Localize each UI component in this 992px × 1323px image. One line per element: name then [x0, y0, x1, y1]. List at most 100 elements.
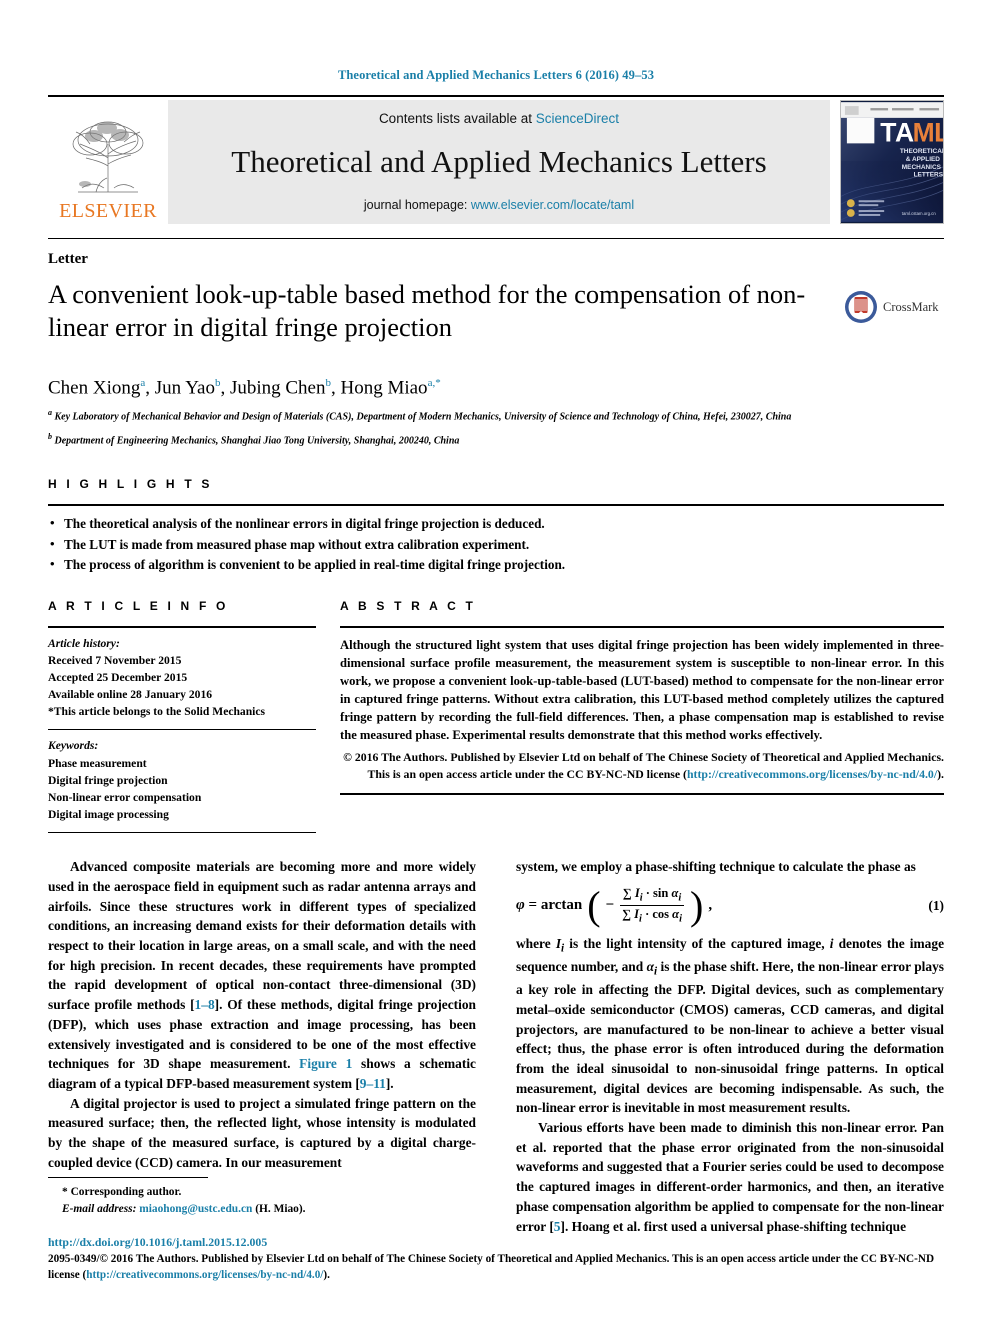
equation-close-paren: )	[689, 882, 704, 928]
affiliation-mark-b: b	[48, 431, 52, 441]
history-note: *This article belongs to the Solid Mecha…	[48, 705, 266, 719]
page-footer: * Corresponding author. E-mail address: …	[48, 1177, 944, 1283]
svg-text:LETTERS: LETTERS	[914, 172, 943, 179]
page-title: A convenient look-up-table based method …	[48, 279, 806, 342]
affiliation-b: b Department of Engineering Mechanics, S…	[48, 432, 944, 448]
affiliation-a-text: Key Laboratory of Mechanical Behavior an…	[54, 411, 792, 423]
journal-homepage-link[interactable]: www.elsevier.com/locate/taml	[471, 198, 634, 212]
author-list: Chen Xionga, Jun Yaob, Jubing Chenb, Hon…	[48, 377, 441, 399]
svg-text:& APPLIED: & APPLIED	[906, 156, 941, 163]
list-item: The theoretical analysis of the nonlinea…	[48, 513, 944, 534]
svg-text:taml.cstam.org.cn: taml.cstam.org.cn	[902, 211, 937, 216]
sciencedirect-link[interactable]: ScienceDirect	[536, 111, 619, 126]
email-link[interactable]: miaohong@ustc.edu.cn	[139, 1203, 252, 1215]
info-abstract-row: A R T I C L E I N F O Article history: R…	[48, 599, 944, 834]
masthead-center-panel: Contents lists available at ScienceDirec…	[168, 100, 830, 224]
abstract-divider	[340, 625, 944, 628]
equation-comma: ,	[708, 897, 713, 914]
keywords-block: Keywords: Phase measurement Digital frin…	[48, 737, 316, 823]
homepage-prefix: journal homepage:	[363, 197, 471, 212]
masthead-bottom-divider	[48, 238, 944, 239]
crossmark-label: CrossMark	[883, 299, 939, 314]
svg-text:THEORETICAL: THEORETICAL	[900, 148, 943, 155]
equation-denominator: ∑ Ii · cos αi	[622, 907, 682, 925]
article-history-block: Article history: Received 7 November 201…	[48, 635, 316, 721]
corresponding-author-note: * Corresponding author. E-mail address: …	[48, 1184, 944, 1218]
equation-lhs: φ = arctan	[516, 897, 583, 914]
author-affil-mark: b	[214, 377, 221, 390]
keyword-item: Non-linear error compensation	[48, 790, 202, 804]
article-info-section: A R T I C L E I N F O Article history: R…	[48, 599, 340, 834]
email-label: E-mail address:	[62, 1203, 137, 1216]
figure-reference-link[interactable]: Figure 1	[299, 1056, 352, 1071]
cover-artwork: T A M L THEORETICAL & APPLIED MECHANICS …	[841, 102, 943, 222]
paragraph: Advanced composite materials are becomin…	[48, 859, 477, 1091]
contents-available-line: Contents lists available at ScienceDirec…	[379, 111, 619, 126]
keyword-item: Digital fringe projection	[48, 773, 168, 787]
equation-open-paren: (	[587, 882, 601, 928]
keyword-item: Digital image processing	[48, 808, 169, 822]
svg-text:A: A	[895, 117, 914, 147]
equation-fraction: ∑ Ii · sin αi ∑ Ii · cos αi	[619, 886, 685, 926]
affiliation-a: a Key Laboratory of Mechanical Behavior …	[48, 408, 944, 424]
svg-text:MECHANICS: MECHANICS	[902, 164, 942, 171]
header-divider	[48, 95, 944, 97]
equation-body: φ = arctan ( − ∑ Ii · sin αi ∑ Ii · cos …	[516, 882, 713, 928]
list-item: The process of algorithm is convenient t…	[48, 554, 944, 575]
abstract-copyright-tail: ).	[937, 767, 944, 782]
equation-1: φ = arctan ( − ∑ Ii · sin αi ∑ Ii · cos …	[516, 882, 944, 928]
svg-text:M: M	[913, 117, 935, 147]
abstract-bottom-divider	[340, 793, 944, 796]
author-affil-mark: a,*	[427, 377, 441, 390]
article-info-heading: A R T I C L E I N F O	[48, 598, 229, 613]
history-available-online: Available online 28 January 2016	[48, 688, 213, 702]
contents-prefix: Contents lists available at	[378, 111, 536, 126]
journal-cover-thumbnail: T A M L THEORETICAL & APPLIED MECHANICS …	[840, 100, 944, 224]
article-info-divider	[48, 625, 316, 628]
running-head: Theoretical and Applied Mechanics Letter…	[337, 68, 655, 82]
highlights-section: H I G H L I G H T S The theoretical anal…	[48, 477, 944, 574]
paragraph: A digital projector is used to project a…	[48, 1095, 476, 1170]
citation-link[interactable]: 1–8	[195, 997, 215, 1012]
history-accepted: Accepted 25 December 2015	[48, 670, 188, 684]
highlights-list: The theoretical analysis of the nonlinea…	[48, 513, 944, 575]
crossmark-icon	[845, 291, 877, 323]
elsevier-logo: ELSEVIER	[48, 100, 168, 224]
issn-copyright-line: 2095-0349/© 2016 The Authors. Published …	[48, 1251, 944, 1283]
journal-masthead: ELSEVIER Contents lists available at Sci…	[48, 100, 944, 224]
article-history-label: Article history:	[48, 636, 120, 650]
paragraph: where Ii is the light intensity of the c…	[516, 935, 945, 1116]
highlights-heading: H I G H L I G H T S	[48, 477, 213, 492]
cc-license-link[interactable]: http://creativecommons.org/licenses/by-n…	[687, 767, 937, 781]
title-row: A convenient look-up-table based method …	[48, 268, 944, 361]
author-affil-mark: b	[325, 377, 331, 390]
elsevier-tree-icon	[72, 121, 144, 193]
abstract-text: Although the structured light system tha…	[340, 637, 944, 743]
paragraph: system, we employ a phase-shifting techn…	[516, 859, 916, 875]
equation-number: (1)	[928, 897, 944, 913]
doi-link[interactable]: http://dx.doi.org/10.1016/j.taml.2015.12…	[48, 1235, 944, 1250]
equation-numerator: ∑ Ii · sin αi	[619, 886, 685, 907]
cc-license-footer-link[interactable]: http://creativecommons.org/licenses/by-n…	[86, 1269, 323, 1281]
journal-title: Theoretical and Applied Mechanics Letter…	[231, 143, 767, 179]
keywords-divider-bottom	[48, 832, 316, 834]
citation-link[interactable]: 9–11	[360, 1076, 386, 1091]
abstract-heading: A B S T R A C T	[340, 598, 476, 613]
author-affil-mark: a	[140, 377, 146, 390]
equation-minus: −	[605, 897, 615, 914]
affiliation-mark-a: a	[48, 407, 52, 417]
article-page: Theoretical and Applied Mechanics Letter…	[0, 0, 992, 1323]
crossmark-badge[interactable]: CrossMark	[844, 290, 944, 324]
corresponding-mark: *	[62, 1186, 68, 1199]
affiliation-b-text: Department of Engineering Mechanics, Sha…	[54, 434, 460, 446]
elsevier-wordmark: ELSEVIER	[59, 200, 157, 222]
abstract-copyright: © 2016 The Authors. Published by Elsevie…	[340, 749, 944, 783]
keywords-label: Keywords:	[48, 739, 99, 753]
keywords-divider-top	[48, 729, 316, 731]
article-type-label: Letter	[48, 251, 88, 267]
email-owner: (H. Miao).	[255, 1203, 306, 1216]
journal-homepage-line: journal homepage: www.elsevier.com/locat…	[364, 198, 634, 212]
history-received: Received 7 November 2015	[48, 653, 182, 667]
issn-copyright-tail: ).	[323, 1268, 330, 1281]
corresponding-label: Corresponding author.	[70, 1186, 182, 1199]
